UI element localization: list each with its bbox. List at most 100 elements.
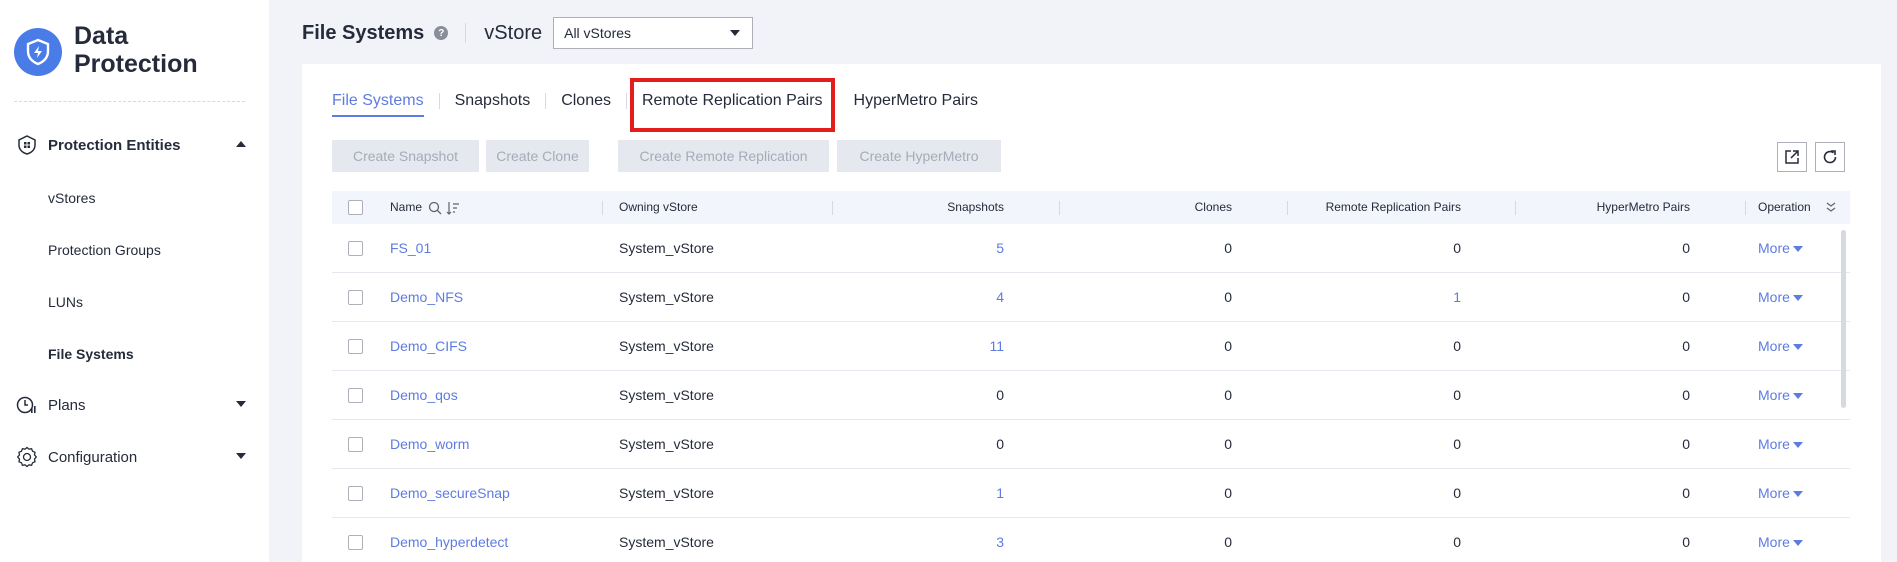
row-checkbox[interactable]	[348, 339, 363, 354]
hypermetro-count: 0	[1682, 534, 1690, 550]
owning-vstore-value: System_vStore	[619, 485, 714, 501]
remote-replication-count: 0	[1453, 436, 1461, 452]
more-menu[interactable]: More	[1758, 518, 1803, 562]
app-title: Data Protection	[74, 22, 224, 78]
more-menu[interactable]: More	[1758, 273, 1803, 322]
row-checkbox[interactable]	[348, 290, 363, 305]
more-menu[interactable]: More	[1758, 371, 1803, 420]
divider	[1515, 201, 1516, 215]
more-menu[interactable]: More	[1758, 420, 1803, 469]
sort-icon[interactable]	[446, 201, 460, 215]
more-label: More	[1758, 387, 1790, 403]
tab-clones[interactable]: Clones	[561, 90, 611, 120]
clones-count: 0	[1224, 289, 1232, 305]
file-system-name-link[interactable]: Demo_hyperdetect	[390, 518, 508, 562]
file-system-name-link[interactable]: Demo_worm	[390, 420, 469, 469]
table-body: FS_01 System_vStore 5 0 0 0 More Demo_NF…	[332, 224, 1850, 562]
column-header-name: Name	[390, 191, 460, 224]
file-system-name-link[interactable]: Demo_CIFS	[390, 322, 467, 371]
clones-count: 0	[1224, 485, 1232, 501]
snapshots-count[interactable]: 11	[887, 322, 1004, 371]
sidebar-item-protection-groups[interactable]: Protection Groups	[48, 242, 161, 258]
sidebar-item-luns[interactable]: LUNs	[48, 294, 83, 310]
snapshots-count[interactable]: 4	[887, 273, 1004, 322]
export-icon	[1785, 150, 1799, 164]
row-checkbox[interactable]	[348, 388, 363, 403]
hypermetro-count: 0	[1682, 436, 1690, 452]
more-label: More	[1758, 338, 1790, 354]
sidebar-item-file-systems[interactable]: File Systems	[48, 346, 134, 362]
file-systems-table: Name Owning vStore Snapshots Clones Remo…	[332, 191, 1850, 562]
column-header-remote-replication-pairs: Remote Replication Pairs	[1325, 200, 1461, 214]
create-hypermetro-button[interactable]: Create HyperMetro	[837, 140, 1001, 172]
tab-remote-replication-pairs[interactable]: Remote Replication Pairs	[630, 78, 835, 132]
nav-group-plans[interactable]: Plans	[16, 392, 246, 418]
tab-file-systems[interactable]: File Systems	[332, 90, 424, 120]
snapshots-count[interactable]: 5	[887, 224, 1004, 273]
refresh-icon	[1823, 150, 1837, 164]
tab-hypermetro-pairs[interactable]: HyperMetro Pairs	[854, 90, 978, 120]
column-header-clones: Clones	[1194, 200, 1232, 214]
row-checkbox[interactable]	[348, 535, 363, 550]
table-scrollbar[interactable]	[1841, 230, 1846, 408]
chevron-down-icon	[1792, 295, 1803, 301]
hypermetro-count: 0	[1682, 485, 1690, 501]
table-row[interactable]: Demo_worm System_vStore 0 0 0 0 More	[332, 420, 1850, 469]
table-row[interactable]: Demo_hyperdetect System_vStore 3 0 0 0 M…	[332, 518, 1850, 562]
tab-snapshots[interactable]: Snapshots	[455, 90, 531, 120]
more-menu[interactable]: More	[1758, 224, 1803, 273]
column-header-owning-vstore: Owning vStore	[619, 200, 698, 214]
select-all-checkbox[interactable]	[348, 200, 363, 215]
chevron-up-icon	[236, 141, 246, 147]
row-checkbox[interactable]	[348, 241, 363, 256]
owning-vstore-value: System_vStore	[619, 289, 714, 305]
snapshots-count[interactable]: 1	[887, 469, 1004, 518]
table-row[interactable]: Demo_NFS System_vStore 4 0 1 0 More	[332, 273, 1850, 322]
content-card: File Systems Snapshots Clones Remote Rep…	[302, 64, 1881, 562]
table-row[interactable]: FS_01 System_vStore 5 0 0 0 More	[332, 224, 1850, 273]
search-icon[interactable]	[428, 201, 442, 215]
more-label: More	[1758, 534, 1790, 550]
nav-group-protection-entities[interactable]: Protection Entities	[16, 132, 246, 158]
app-title-line1: Data	[74, 22, 129, 50]
more-menu[interactable]: More	[1758, 469, 1803, 518]
chevron-down-icon	[1792, 540, 1803, 546]
remote-replication-count: 0	[1453, 240, 1461, 256]
export-button[interactable]	[1777, 142, 1807, 172]
divider	[14, 101, 245, 102]
app-title-line2: Protection	[74, 50, 198, 78]
table-row[interactable]: Demo_CIFS System_vStore 11 0 0 0 More	[332, 322, 1850, 371]
nav-group-label: Configuration	[48, 448, 138, 466]
remote-replication-count: 0	[1453, 387, 1461, 403]
clones-count: 0	[1224, 387, 1232, 403]
create-clone-button[interactable]: Create Clone	[486, 140, 589, 172]
shield-logo-icon	[14, 28, 62, 76]
help-icon[interactable]: ?	[434, 26, 449, 40]
file-system-name-link[interactable]: Demo_secureSnap	[390, 469, 510, 518]
clones-count: 0	[1224, 436, 1232, 452]
nav-group-configuration[interactable]: Configuration	[16, 444, 246, 470]
file-system-name-link[interactable]: Demo_NFS	[390, 273, 463, 322]
row-checkbox[interactable]	[348, 437, 363, 452]
chevron-down-icon	[236, 453, 246, 459]
file-system-name-link[interactable]: Demo_qos	[390, 371, 458, 420]
sidebar-item-vstores[interactable]: vStores	[48, 190, 95, 206]
divider	[602, 201, 603, 215]
create-remote-replication-button[interactable]: Create Remote Replication	[618, 140, 829, 172]
create-snapshot-button[interactable]: Create Snapshot	[332, 140, 479, 172]
refresh-button[interactable]	[1815, 142, 1845, 172]
chevron-down-icon	[1792, 393, 1803, 399]
chevron-down-icon	[236, 401, 246, 407]
file-system-name-link[interactable]: FS_01	[390, 224, 431, 273]
more-menu[interactable]: More	[1758, 322, 1803, 371]
table-row[interactable]: Demo_secureSnap System_vStore 1 0 0 0 Mo…	[332, 469, 1850, 518]
row-checkbox[interactable]	[348, 486, 363, 501]
snapshots-count[interactable]: 3	[887, 518, 1004, 562]
remote-replication-count[interactable]: 1	[1262, 273, 1461, 322]
vstore-select[interactable]: All vStores	[553, 17, 754, 49]
remote-replication-count: 0	[1453, 534, 1461, 550]
divider	[1745, 201, 1746, 215]
column-header-snapshots: Snapshots	[947, 200, 1004, 214]
column-settings-icon[interactable]	[1826, 191, 1836, 224]
table-row[interactable]: Demo_qos System_vStore 0 0 0 0 More	[332, 371, 1850, 420]
